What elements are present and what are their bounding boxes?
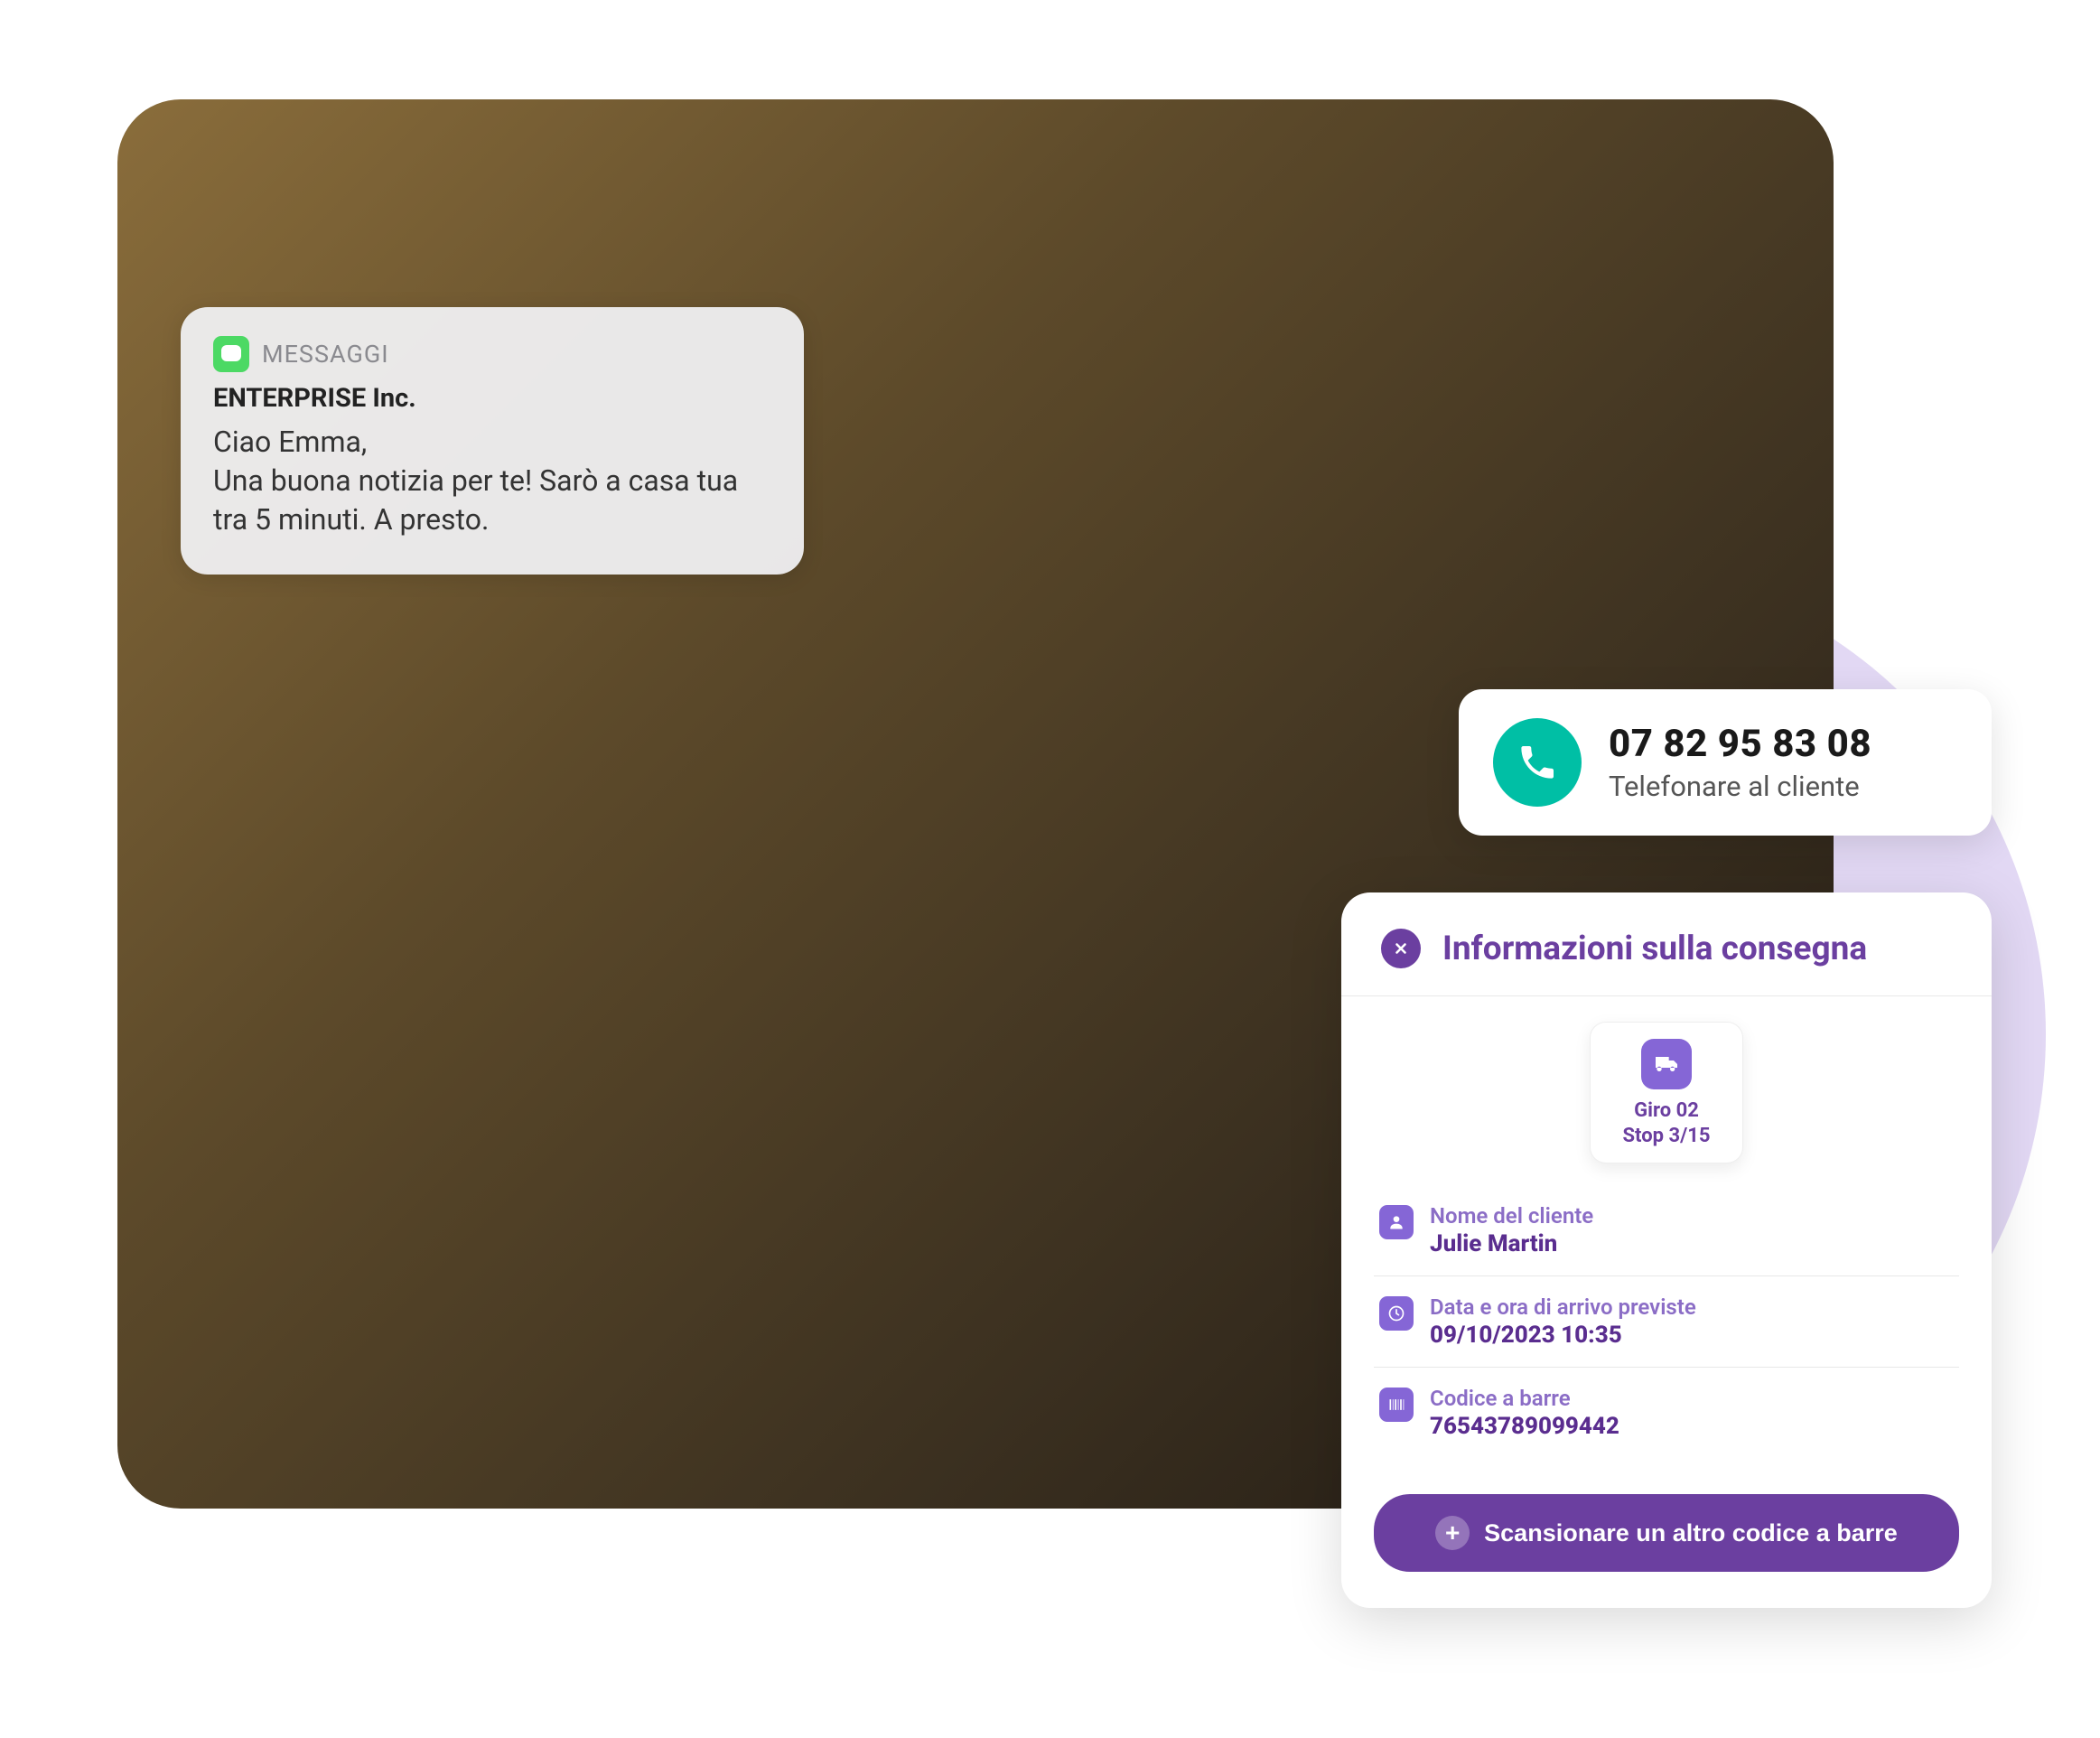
call-customer-card[interactable]: 07 82 95 83 08 Telefonare al cliente <box>1459 689 1992 836</box>
delivery-info-panel: Informazioni sulla consegna Giro 02 Stop… <box>1341 892 1992 1608</box>
clock-icon <box>1379 1296 1414 1331</box>
eta-label: Data e ora di arrivo previste <box>1430 1294 1696 1320</box>
close-icon[interactable] <box>1381 929 1421 968</box>
notification-sender: ENTERPRISE Inc. <box>213 383 771 414</box>
notification-app-label: MESSAGGI <box>262 340 389 369</box>
tour-name: Giro 02 <box>1600 1098 1733 1124</box>
eta-value: 09/10/2023 10:35 <box>1430 1322 1696 1349</box>
customer-name-label: Nome del cliente <box>1430 1203 1593 1229</box>
sms-notification: MESSAGGI ENTERPRISE Inc. Ciao Emma,Una b… <box>181 307 804 575</box>
person-icon <box>1379 1205 1414 1239</box>
notification-body: Ciao Emma,Una buona notizia per te! Sarò… <box>213 423 771 540</box>
customer-row: Nome del cliente Julie Martin <box>1374 1185 1959 1276</box>
tour-stop: Stop 3/15 <box>1600 1124 1733 1149</box>
messages-app-icon <box>213 336 249 372</box>
scan-another-barcode-button[interactable]: + Scansionare un altro codice a barre <box>1374 1494 1959 1572</box>
call-customer-label: Telefonare al cliente <box>1609 770 1871 803</box>
eta-row: Data e ora di arrivo previste 09/10/2023… <box>1374 1276 1959 1368</box>
truck-icon <box>1641 1039 1692 1089</box>
delivery-panel-title: Informazioni sulla consegna <box>1442 930 1867 968</box>
customer-name-value: Julie Martin <box>1430 1230 1593 1257</box>
barcode-label: Codice a barre <box>1430 1386 1619 1411</box>
phone-icon <box>1493 718 1582 807</box>
tour-card: Giro 02 Stop 3/15 <box>1590 1022 1743 1163</box>
plus-icon: + <box>1435 1516 1470 1550</box>
barcode-icon <box>1379 1388 1414 1422</box>
barcode-row: Codice a barre 76543789099442 <box>1374 1368 1959 1458</box>
barcode-value: 76543789099442 <box>1430 1413 1619 1440</box>
customer-phone-number: 07 82 95 83 08 <box>1609 722 1871 766</box>
scan-button-label: Scansionare un altro codice a barre <box>1484 1519 1898 1547</box>
